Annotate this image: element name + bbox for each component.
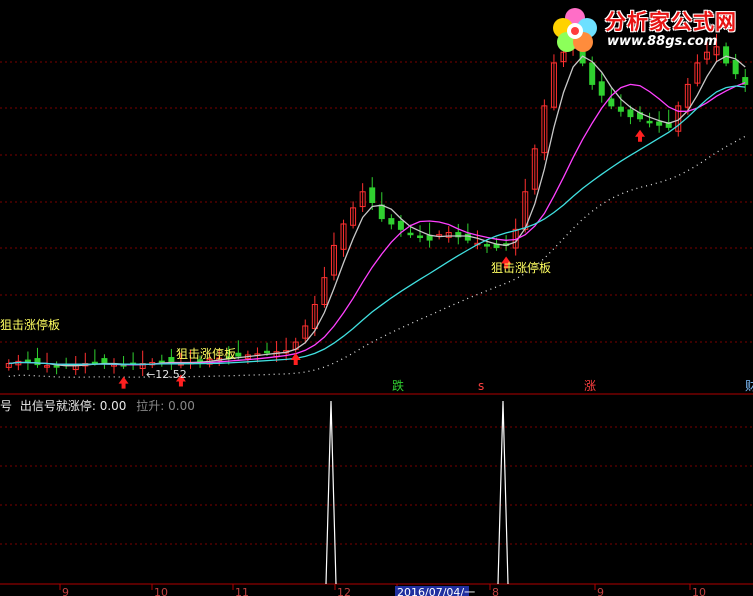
candle-body xyxy=(388,218,395,225)
x-tick-label: 2016/07/04/一 xyxy=(397,586,475,596)
x-tick-label: 9 xyxy=(62,586,69,596)
chart-stage: 狙击涨停板 狙击涨停板 狙击涨停板 ←12.52 跌 s 涨财 9 10 11 12 2016/07/… xyxy=(0,0,753,596)
x-tick-label: 10 xyxy=(692,586,706,596)
flower-logo-icon xyxy=(553,8,597,52)
candle-body xyxy=(617,106,624,112)
chart-canvas: 狙击涨停板狙击涨停板狙击涨停板←12.52跌 s 涨财9 10 11 12 2016/07/… xyxy=(0,33,753,596)
x-tick-label: 11 xyxy=(235,586,249,596)
indicator-name: 出信号就涨停: xyxy=(19,399,96,413)
candle-body xyxy=(627,109,634,118)
candle-body xyxy=(407,232,414,236)
candle-body xyxy=(235,352,242,357)
candle-body xyxy=(608,98,615,107)
candle-body xyxy=(168,357,175,363)
x-tick-label: 12 xyxy=(337,586,351,596)
up-arrow-icon xyxy=(118,376,129,389)
candle-body xyxy=(397,220,404,230)
marker-right-edge: 财 xyxy=(745,379,753,393)
snipe-label-3: 狙击涨停板 xyxy=(491,260,551,275)
marker-zhang: 涨 xyxy=(584,378,596,393)
candle-body xyxy=(589,62,596,85)
x-tick-label: 9 xyxy=(597,586,604,596)
up-arrow-icon xyxy=(635,129,646,142)
ma-dotted-line xyxy=(8,135,746,378)
low-price-label: ←12.52 xyxy=(146,368,187,381)
signal-spike xyxy=(497,400,509,585)
logo-url: www.88gs.com xyxy=(607,34,718,49)
candle-body xyxy=(732,59,739,75)
marker-die: 跌 xyxy=(392,378,404,393)
snipe-label-1: 狙击涨停板 xyxy=(0,317,60,332)
x-tick-label: 8 xyxy=(492,586,499,596)
candle-body xyxy=(426,235,433,241)
candle-body xyxy=(369,187,376,203)
logo-title: 分析家公式网 xyxy=(605,10,737,34)
candle-body xyxy=(598,81,605,96)
candle-body xyxy=(53,365,60,368)
candle-body xyxy=(417,235,424,238)
candle-body xyxy=(101,358,108,365)
sub-panel-left-char: 号 xyxy=(0,399,13,413)
ma-magenta-line xyxy=(8,81,746,366)
candle-body xyxy=(646,120,653,124)
indicator-value: 0.00 xyxy=(99,399,127,413)
candle-body xyxy=(464,233,471,241)
snipe-label-2: 狙击涨停板 xyxy=(176,346,236,361)
ma-cyan-line xyxy=(8,85,746,365)
second-indicator-value: 0.00 xyxy=(168,399,195,413)
candle-body xyxy=(264,350,271,354)
marker-s: s xyxy=(478,379,484,393)
sub-panel-info: 号 出信号就涨停: 0.00 拉升: 0.00 xyxy=(0,397,195,414)
x-tick-label: 10 xyxy=(154,586,168,596)
second-indicator-name: 拉升: xyxy=(136,399,165,413)
ma-white-line xyxy=(8,55,746,367)
candle-body xyxy=(378,204,385,220)
site-logo: 分析家公式网 www.88gs.com xyxy=(547,4,747,56)
candle-body xyxy=(483,244,490,247)
candle-body xyxy=(656,121,663,126)
signal-spike xyxy=(325,400,337,585)
